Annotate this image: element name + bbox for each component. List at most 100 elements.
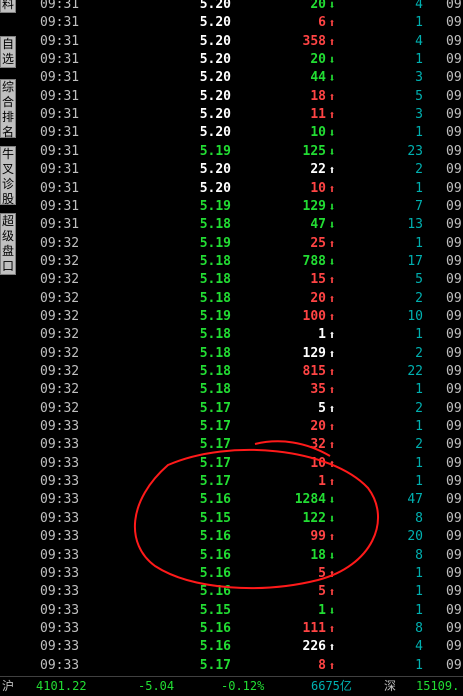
up-arrow-icon: ⬆	[328, 291, 336, 306]
tab-stock-diagnosis[interactable]: 牛 叉 诊 股	[0, 146, 16, 206]
tick-row: 09:33 5.16 18 8 09 ⬇	[18, 547, 463, 565]
tick-volume: 1	[318, 327, 326, 343]
tick-order-count: 1	[415, 565, 423, 581]
tick-volume: 10	[310, 455, 326, 471]
tick-volume: 22	[310, 162, 326, 178]
sidebar-tabs: 料 自 选 股 综 合 排 名 牛 叉 诊 股 超 级 盘 口	[0, 0, 18, 695]
tick-volume: 10	[310, 180, 326, 196]
tick-time: 09:31	[40, 125, 80, 141]
tick-time: 09:31	[40, 0, 80, 12]
tick-time: 09:32	[40, 290, 80, 306]
tick-order-count: 2	[415, 290, 423, 306]
tick-order-count: 23	[407, 143, 423, 159]
tick-order-count: 3	[415, 107, 423, 123]
tick-price: 5.18	[199, 217, 231, 233]
up-arrow-icon: ⬆	[328, 89, 336, 104]
down-arrow-icon: ⬇	[328, 511, 336, 526]
tick-next-column-time: 09	[446, 70, 462, 86]
tick-row: 09:32 5.18 815 22 09 ⬆	[18, 363, 463, 381]
tick-row: 09:31 5.20 18 5 09 ⬆	[18, 88, 463, 106]
tick-time: 09:33	[40, 529, 80, 545]
tick-row: 09:33 5.16 5 1 09 ⬆	[18, 565, 463, 583]
tick-order-count: 5	[415, 272, 423, 288]
tick-time: 09:32	[40, 235, 80, 251]
tick-volume: 129	[302, 345, 326, 361]
tick-volume: 10	[310, 125, 326, 141]
tick-price: 5.15	[199, 510, 231, 526]
tick-price: 5.20	[199, 88, 231, 104]
tick-price: 5.18	[199, 364, 231, 379]
sz-index-value: 15109.	[416, 679, 460, 693]
tick-next-column-time: 09	[446, 492, 462, 508]
tick-price: 5.17	[199, 400, 231, 416]
tick-time: 09:31	[40, 180, 80, 196]
tick-order-count: 4	[415, 33, 423, 49]
up-arrow-icon: ⬆	[328, 108, 336, 123]
tick-row: 09:31 5.20 11 3 09 ⬆	[18, 106, 463, 124]
tick-row: 09:32 5.18 129 2 09 ⬆	[18, 345, 463, 363]
tick-price: 5.16	[199, 529, 231, 545]
tick-time: 09:33	[40, 620, 80, 636]
tick-volume: 11	[310, 107, 326, 123]
tick-row: 09:31 5.20 22 2 09 ⬆	[18, 161, 463, 179]
tick-time: 09:33	[40, 639, 80, 655]
tick-time: 09:32	[40, 327, 80, 343]
tick-volume: 1284	[294, 492, 326, 508]
tick-time: 09:33	[40, 492, 80, 508]
tick-volume: 32	[310, 437, 326, 453]
tick-next-column-time: 09	[446, 510, 462, 526]
neutral-up-arrow-icon: ⬆	[328, 346, 336, 361]
market-turnover: 6675亿	[311, 679, 352, 693]
tick-price: 5.20	[199, 52, 231, 68]
tick-order-count: 22	[407, 364, 423, 379]
tab-super-order-book[interactable]: 超 级 盘 口	[0, 213, 16, 275]
tick-next-column-time: 09	[446, 290, 462, 306]
tick-row: 09:31 5.20 10 1 09 ⬆	[18, 180, 463, 198]
tick-row: 09:31 5.20 20 4 09 ⬇	[18, 0, 463, 14]
tick-time: 09:31	[40, 52, 80, 68]
down-arrow-icon: ⬇	[328, 254, 336, 269]
tab-info[interactable]: 料	[0, 0, 16, 13]
tick-next-column-time: 09	[446, 143, 462, 159]
tick-order-count: 1	[415, 125, 423, 141]
tick-order-count: 8	[415, 620, 423, 636]
tick-row: 09:31 5.20 44 3 09 ⬇	[18, 69, 463, 87]
tick-next-column-time: 09	[446, 547, 462, 563]
tick-time: 09:31	[40, 162, 80, 178]
tick-next-column-time: 09	[446, 584, 462, 600]
tick-time: 09:33	[40, 474, 80, 490]
up-arrow-icon: ⬆	[328, 236, 336, 251]
tick-time: 09:32	[40, 253, 80, 269]
tick-row: 09:33 5.16 5 1 09 ⬆	[18, 583, 463, 601]
tick-row: 09:32 5.18 788 17 09 ⬇	[18, 253, 463, 271]
tick-next-column-time: 09	[446, 88, 462, 104]
tick-volume: 815	[302, 364, 326, 379]
tick-price: 5.16	[199, 547, 231, 563]
up-arrow-icon: ⬆	[328, 456, 336, 471]
down-arrow-icon: ⬇	[328, 548, 336, 563]
tick-price: 5.16	[199, 620, 231, 636]
tick-next-column-time: 09	[446, 345, 462, 361]
tick-time: 09:31	[40, 198, 80, 214]
up-arrow-icon: ⬆	[328, 438, 336, 453]
up-arrow-icon: ⬆	[328, 566, 336, 581]
tick-volume: 788	[302, 253, 326, 269]
tick-order-count: 1	[415, 15, 423, 31]
tick-time: 09:31	[40, 70, 80, 86]
tab-watchlist[interactable]: 自 选 股	[0, 36, 16, 81]
tick-next-column-time: 09	[446, 602, 462, 618]
down-arrow-icon: ⬇	[328, 603, 336, 618]
tick-volume: 47	[310, 217, 326, 233]
tick-next-column-time: 09	[446, 198, 462, 214]
tick-row: 09:33 5.16 226 4 09 ⬆	[18, 638, 463, 656]
tick-volume: 8	[318, 657, 326, 673]
down-arrow-icon: ⬇	[328, 71, 336, 86]
neutral-up-arrow-icon: ⬆	[328, 640, 336, 655]
tick-price: 5.16	[199, 584, 231, 600]
tick-next-column-time: 09	[446, 15, 462, 31]
tick-price: 5.15	[199, 602, 231, 618]
tab-ranking[interactable]: 综 合 排 名	[0, 79, 16, 139]
tick-time: 09:33	[40, 602, 80, 618]
down-arrow-icon: ⬇	[328, 53, 336, 68]
tick-order-count: 13	[407, 217, 423, 233]
